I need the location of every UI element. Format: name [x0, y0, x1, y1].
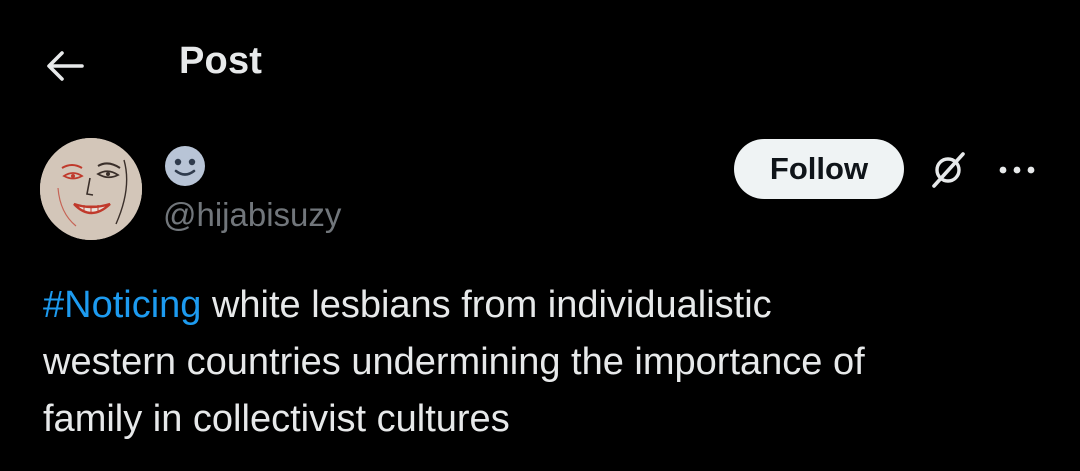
post-text-line: #Noticing white lesbians from individual… [43, 277, 1043, 334]
post-text-line: family in collectivist cultures [43, 398, 510, 440]
follow-button[interactable]: Follow [734, 139, 904, 199]
grok-button[interactable] [924, 148, 972, 192]
more-horizontal-icon [999, 166, 1035, 174]
user-avatar[interactable] [40, 138, 142, 240]
post-text: #Noticing white lesbians from individual… [43, 277, 1043, 448]
author-row: @hijabisuzy Follow [0, 130, 1080, 250]
more-options-button[interactable] [992, 148, 1042, 192]
page-title: Post [179, 40, 263, 82]
hashtag-link[interactable]: #Noticing [43, 284, 201, 326]
smiling-face-emoji-icon [165, 146, 205, 186]
user-handle[interactable]: @hijabisuzy [163, 196, 341, 234]
post-text-line: western countries undermining the import… [43, 341, 865, 383]
display-name[interactable] [163, 144, 207, 188]
arrow-left-icon [47, 51, 84, 81]
grok-icon [932, 152, 965, 188]
back-button[interactable] [40, 44, 88, 88]
post-header: Post [0, 0, 1080, 126]
post-text-segment: white lesbians from individualistic [201, 284, 772, 326]
